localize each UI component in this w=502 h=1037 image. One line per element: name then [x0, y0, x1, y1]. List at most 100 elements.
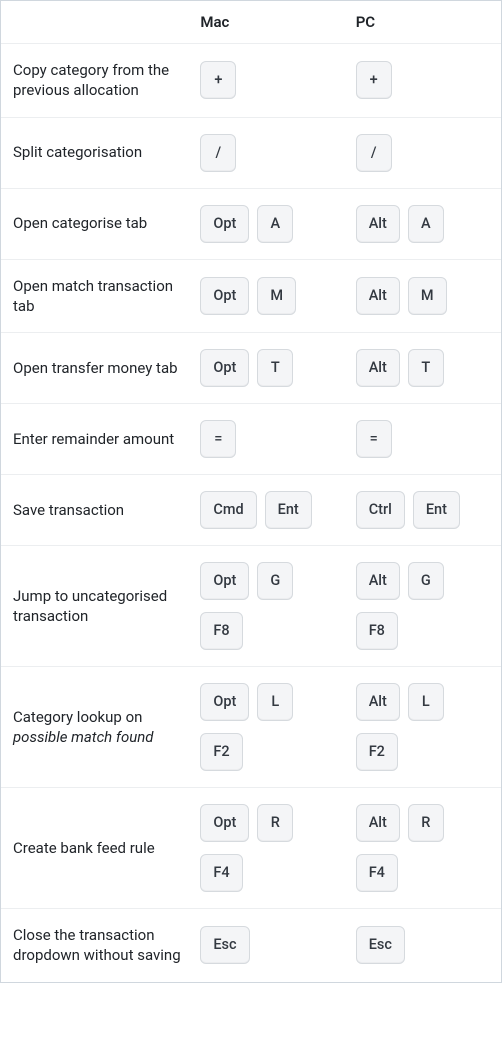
key-combo: F8 [200, 612, 335, 650]
keycap: Cmd [200, 491, 256, 529]
keycap: F8 [356, 612, 398, 650]
key-combo: / [356, 134, 491, 172]
key-cell-mac: OptG F8 [190, 546, 345, 667]
header-mac: Mac [190, 1, 345, 44]
keycap: R [257, 804, 293, 842]
keycap: F4 [200, 854, 242, 892]
key-combo: = [200, 420, 335, 458]
header-pc: PC [346, 1, 501, 44]
key-combo: OptR [200, 804, 335, 842]
shortcut-description: Save transaction [1, 475, 190, 546]
keycap: / [356, 134, 392, 172]
shortcuts-table: Mac PC Copy category from the previous a… [1, 1, 501, 982]
table-row: Open categorise tabOptAAltA [1, 188, 501, 259]
key-cell-pc: Esc [346, 909, 501, 982]
key-cell-mac: OptT [190, 333, 345, 404]
keycap: Opt [200, 349, 249, 387]
key-cell-mac: OptA [190, 188, 345, 259]
key-combo: AltA [356, 205, 491, 243]
table-row: Split categorisation / / [1, 117, 501, 188]
shortcut-description: Jump to uncategorised transaction [1, 546, 190, 667]
shortcut-description: Split categorisation [1, 117, 190, 188]
table-row: Open transfer money tabOptT AltT [1, 333, 501, 404]
key-cell-pc: AltA [346, 188, 501, 259]
key-combo: F8 [356, 612, 491, 650]
key-combo: Esc [200, 926, 335, 964]
shortcut-description: Open match transaction tab [1, 259, 190, 333]
key-cell-pc: / [346, 117, 501, 188]
table-row: Create bank feed ruleOptRF4AltRF4 [1, 788, 501, 909]
key-combo: OptL [200, 683, 335, 721]
key-cell-mac: = [190, 404, 345, 475]
key-combo: CmdEnt [200, 491, 335, 529]
keycap: A [257, 205, 293, 243]
key-cell-pc: + [346, 44, 501, 118]
keycap: + [200, 61, 236, 99]
key-cell-mac: OptL F2 [190, 667, 345, 788]
key-combo: AltT [356, 349, 491, 387]
key-combo: OptM [200, 277, 335, 315]
keycap: Alt [356, 562, 400, 600]
keycap: Alt [356, 804, 400, 842]
table-row: Copy category from the previous allocati… [1, 44, 501, 118]
table-row: Jump to uncategorised transactionOptGF8A… [1, 546, 501, 667]
key-cell-mac: OptM [190, 259, 345, 333]
shortcuts-table-container: Mac PC Copy category from the previous a… [0, 0, 502, 983]
shortcut-description: Category lookup on possible match found [1, 667, 190, 788]
key-cell-mac: CmdEnt [190, 475, 345, 546]
shortcut-description: Enter remainder amount [1, 404, 190, 475]
key-cell-mac: Esc [190, 909, 345, 982]
key-combo: AltM [356, 277, 491, 315]
keycap: Opt [200, 562, 249, 600]
table-row: Category lookup on possible match foundO… [1, 667, 501, 788]
keycap: Alt [356, 349, 400, 387]
key-combo: OptA [200, 205, 335, 243]
key-cell-pc: AltM [346, 259, 501, 333]
keycap: Ent [413, 491, 460, 529]
table-row: Close the transaction dropdown without s… [1, 909, 501, 982]
keycap: M [408, 277, 447, 315]
keycap: R [408, 804, 444, 842]
shortcut-description: Create bank feed rule [1, 788, 190, 909]
keycap: Alt [356, 277, 400, 315]
keycap: Alt [356, 683, 400, 721]
keycap: Opt [200, 804, 249, 842]
keycap: F4 [356, 854, 398, 892]
key-cell-mac: + [190, 44, 345, 118]
table-row: Enter remainder amount = = [1, 404, 501, 475]
key-combo: AltG [356, 562, 491, 600]
keycap: = [356, 420, 392, 458]
key-cell-pc: AltT [346, 333, 501, 404]
keycap: L [408, 683, 444, 721]
key-combo: / [200, 134, 335, 172]
table-row: Save transactionCmdEntCtrlEnt [1, 475, 501, 546]
keycap: F8 [200, 612, 242, 650]
keycap: A [408, 205, 444, 243]
keycap: L [257, 683, 293, 721]
keycap: G [408, 562, 444, 600]
key-combo: Esc [356, 926, 491, 964]
keycap: + [356, 61, 392, 99]
key-cell-pc: = [346, 404, 501, 475]
keycap: G [257, 562, 293, 600]
key-cell-pc: CtrlEnt [346, 475, 501, 546]
key-combo: F4 [356, 854, 491, 892]
keycap: Alt [356, 205, 400, 243]
key-cell-mac: / [190, 117, 345, 188]
key-combo: F4 [200, 854, 335, 892]
keycap: Ctrl [356, 491, 405, 529]
header-blank [1, 1, 190, 44]
key-combo: CtrlEnt [356, 491, 491, 529]
shortcut-description: Copy category from the previous allocati… [1, 44, 190, 118]
keycap: F2 [200, 733, 242, 771]
keycap: Esc [200, 926, 249, 964]
key-combo: F2 [356, 733, 491, 771]
keycap: M [257, 277, 296, 315]
keycap: = [200, 420, 236, 458]
key-cell-mac: OptR F4 [190, 788, 345, 909]
keycap: Opt [200, 205, 249, 243]
keycap: Opt [200, 683, 249, 721]
shortcut-description: Open transfer money tab [1, 333, 190, 404]
shortcut-description: Open categorise tab [1, 188, 190, 259]
key-combo: F2 [200, 733, 335, 771]
